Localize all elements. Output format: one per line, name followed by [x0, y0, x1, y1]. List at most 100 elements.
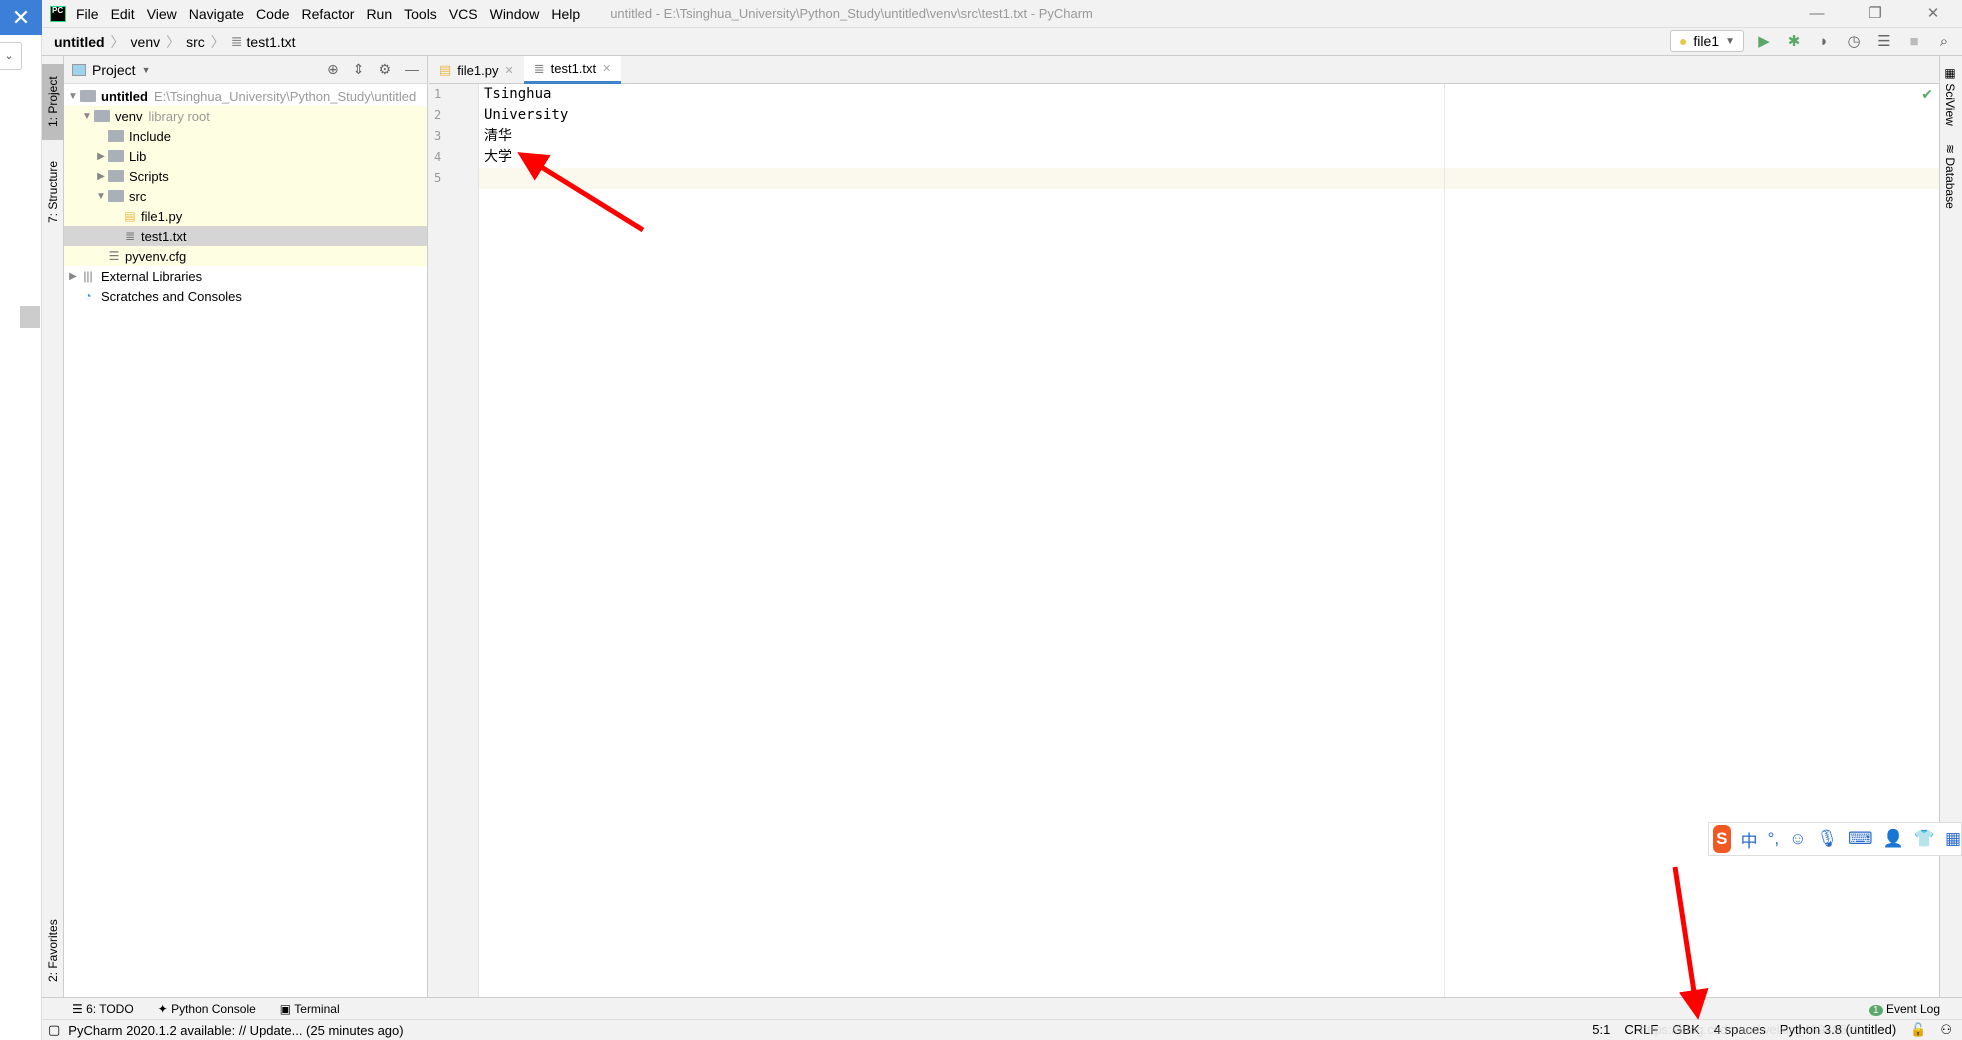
- line-gutter: 1 2 3 4 5: [429, 84, 479, 997]
- toggle-tool-windows-icon[interactable]: ▢: [48, 1022, 60, 1038]
- hide-icon[interactable]: —: [405, 61, 419, 78]
- close-icon[interactable]: ✕: [602, 62, 611, 75]
- line-number: 3: [434, 129, 442, 143]
- inspector-icon[interactable]: ⚇: [1940, 1022, 1952, 1038]
- tree-item-venv[interactable]: ▼ venv library root: [64, 106, 427, 126]
- emoji-icon[interactable]: ☺: [1789, 829, 1806, 849]
- close-icon[interactable]: ✕: [0, 0, 42, 35]
- user-icon[interactable]: 👤: [1883, 829, 1904, 849]
- event-log-button[interactable]: 1 Event Log: [1869, 1002, 1940, 1016]
- coverage-icon[interactable]: ◗: [1814, 33, 1834, 50]
- lock-icon[interactable]: 🔓: [1910, 1022, 1926, 1038]
- tree-item-external-libraries[interactable]: ▶ ||| External Libraries: [64, 266, 427, 286]
- ime-punctuation[interactable]: °,: [1768, 829, 1780, 849]
- tool-window-python-console[interactable]: ✦ Python Console: [158, 1002, 256, 1016]
- breadcrumb-file[interactable]: test1.txt: [247, 34, 296, 50]
- tree-item-file1-py[interactable]: ▤ file1.py: [64, 206, 427, 226]
- menu-tools[interactable]: Tools: [404, 6, 437, 22]
- tool-window-terminal[interactable]: ▣ Terminal: [280, 1002, 340, 1016]
- close-icon[interactable]: ✕: [505, 64, 514, 77]
- menu-vcs[interactable]: VCS: [449, 6, 478, 22]
- run-config-select[interactable]: ● file1 ▼: [1669, 30, 1744, 52]
- folder-icon: [94, 110, 110, 122]
- tree-item-test1-txt[interactable]: ≣ test1.txt: [64, 226, 427, 246]
- code-line[interactable]: [479, 168, 1939, 189]
- event-count-badge: 1: [1869, 1004, 1883, 1016]
- terminal-icon: ▣: [279, 1001, 295, 1016]
- stop-icon[interactable]: ■: [1904, 33, 1924, 50]
- config-file-icon: ☰: [108, 248, 120, 263]
- breadcrumb-project[interactable]: untitled: [54, 34, 105, 50]
- breadcrumb-src[interactable]: src: [186, 34, 205, 50]
- code-line[interactable]: University: [479, 105, 1939, 126]
- tool-window-database[interactable]: ≋ Database: [1943, 144, 1957, 209]
- tool-window-favorites[interactable]: 2: Favorites: [42, 906, 64, 996]
- tree-item-src[interactable]: ▼ src: [64, 186, 427, 206]
- code-line[interactable]: 大学: [479, 147, 1939, 168]
- tree-item-scratches[interactable]: ◔ Scratches and Consoles: [64, 286, 427, 306]
- python-icon: ✦: [157, 1001, 172, 1016]
- tree-item-lib[interactable]: ▶ Lib: [64, 146, 427, 166]
- watermark: https://blog.csdn.net/weixin_43949535: [1640, 1022, 1862, 1037]
- tool-window-todo[interactable]: ☰ 6: TODO: [72, 1002, 134, 1016]
- chevron-down-icon: ▼: [1725, 35, 1735, 47]
- text-file-icon: ≣: [124, 228, 136, 243]
- sogou-logo[interactable]: S: [1713, 825, 1731, 853]
- menu-view[interactable]: View: [147, 6, 177, 22]
- status-message[interactable]: PyCharm 2020.1.2 available: // Update...…: [68, 1023, 403, 1038]
- menu-code[interactable]: Code: [256, 6, 289, 22]
- gear-icon[interactable]: ⚙: [378, 61, 391, 78]
- profile-icon[interactable]: ◷: [1844, 32, 1864, 50]
- title-bar: PC File Edit View Navigate Code Refactor Run To…: [42, 0, 1962, 28]
- project-view-icon: [72, 63, 86, 76]
- tool-window-sciview[interactable]: ▦ SciView: [1943, 66, 1957, 126]
- ime-mode[interactable]: 中: [1741, 827, 1758, 852]
- python-file-icon: ▤: [439, 62, 452, 77]
- python-icon: ●: [1678, 33, 1688, 49]
- microphone-icon[interactable]: 🎙: [1816, 829, 1838, 849]
- tree-item-scripts[interactable]: ▶ Scripts: [64, 166, 427, 186]
- menu-file[interactable]: File: [76, 6, 99, 22]
- tool-window-structure[interactable]: 7: Structure: [42, 148, 64, 236]
- restore-button[interactable]: ❐: [1846, 0, 1904, 28]
- toolbox-icon[interactable]: ▦: [1945, 829, 1961, 849]
- tree-item-pyvenv-cfg[interactable]: ☰ pyvenv.cfg: [64, 246, 427, 266]
- collapse-all-icon[interactable]: ⇕: [353, 61, 365, 78]
- caret-position[interactable]: 5:1: [1592, 1022, 1610, 1038]
- project-view-select[interactable]: Project: [92, 62, 136, 78]
- breadcrumb-venv[interactable]: venv: [131, 34, 161, 50]
- debug-icon[interactable]: ✱: [1784, 32, 1804, 50]
- scrollbar[interactable]: [20, 306, 40, 328]
- keyboard-icon[interactable]: ⌨: [1848, 829, 1873, 849]
- tab-test1-txt[interactable]: ≣ test1.txt ✕: [523, 56, 622, 84]
- menu-refactor[interactable]: Refactor: [302, 6, 355, 22]
- code-editor[interactable]: ✔ Tsinghua University 清华 大学: [479, 84, 1939, 997]
- chevron-down-icon[interactable]: ⌄: [0, 42, 22, 70]
- menu-window[interactable]: Window: [490, 6, 540, 22]
- tool-window-project[interactable]: 1: Project: [42, 64, 64, 140]
- line-number: 5: [434, 171, 442, 185]
- code-line[interactable]: Tsinghua: [479, 84, 1939, 105]
- folder-icon: [80, 90, 96, 102]
- background-window: ✕ ⌄: [0, 0, 42, 1040]
- python-file-icon: ▤: [124, 208, 136, 223]
- folder-icon: [108, 190, 124, 202]
- code-line[interactable]: 清华: [479, 126, 1939, 147]
- bottom-tool-bar: ☰ 6: TODO ✦ Python Console ▣ Terminal 1 …: [42, 997, 1962, 1019]
- search-icon[interactable]: ⌕: [1934, 33, 1954, 50]
- pycharm-logo: PC: [50, 5, 66, 22]
- menu-run[interactable]: Run: [366, 6, 392, 22]
- close-button[interactable]: ✕: [1904, 0, 1962, 28]
- minimize-button[interactable]: —: [1788, 0, 1846, 28]
- skin-icon[interactable]: 👕: [1914, 829, 1935, 849]
- tree-item-include[interactable]: Include: [64, 126, 427, 146]
- menu-navigate[interactable]: Navigate: [189, 6, 244, 22]
- locate-icon[interactable]: ⊕: [327, 61, 339, 78]
- menu-help[interactable]: Help: [551, 6, 580, 22]
- tree-item-untitled[interactable]: ▼ untitled E:\Tsinghua_University\Python_S…: [64, 86, 427, 106]
- concurrency-icon[interactable]: ☰: [1874, 32, 1894, 50]
- tab-file1-py[interactable]: ▤ file1.py ✕: [429, 56, 524, 84]
- editor-tabs: ▤ file1.py ✕ ≣ test1.txt ✕: [429, 56, 1939, 84]
- run-icon[interactable]: ▶: [1754, 32, 1774, 50]
- menu-edit[interactable]: Edit: [111, 6, 135, 22]
